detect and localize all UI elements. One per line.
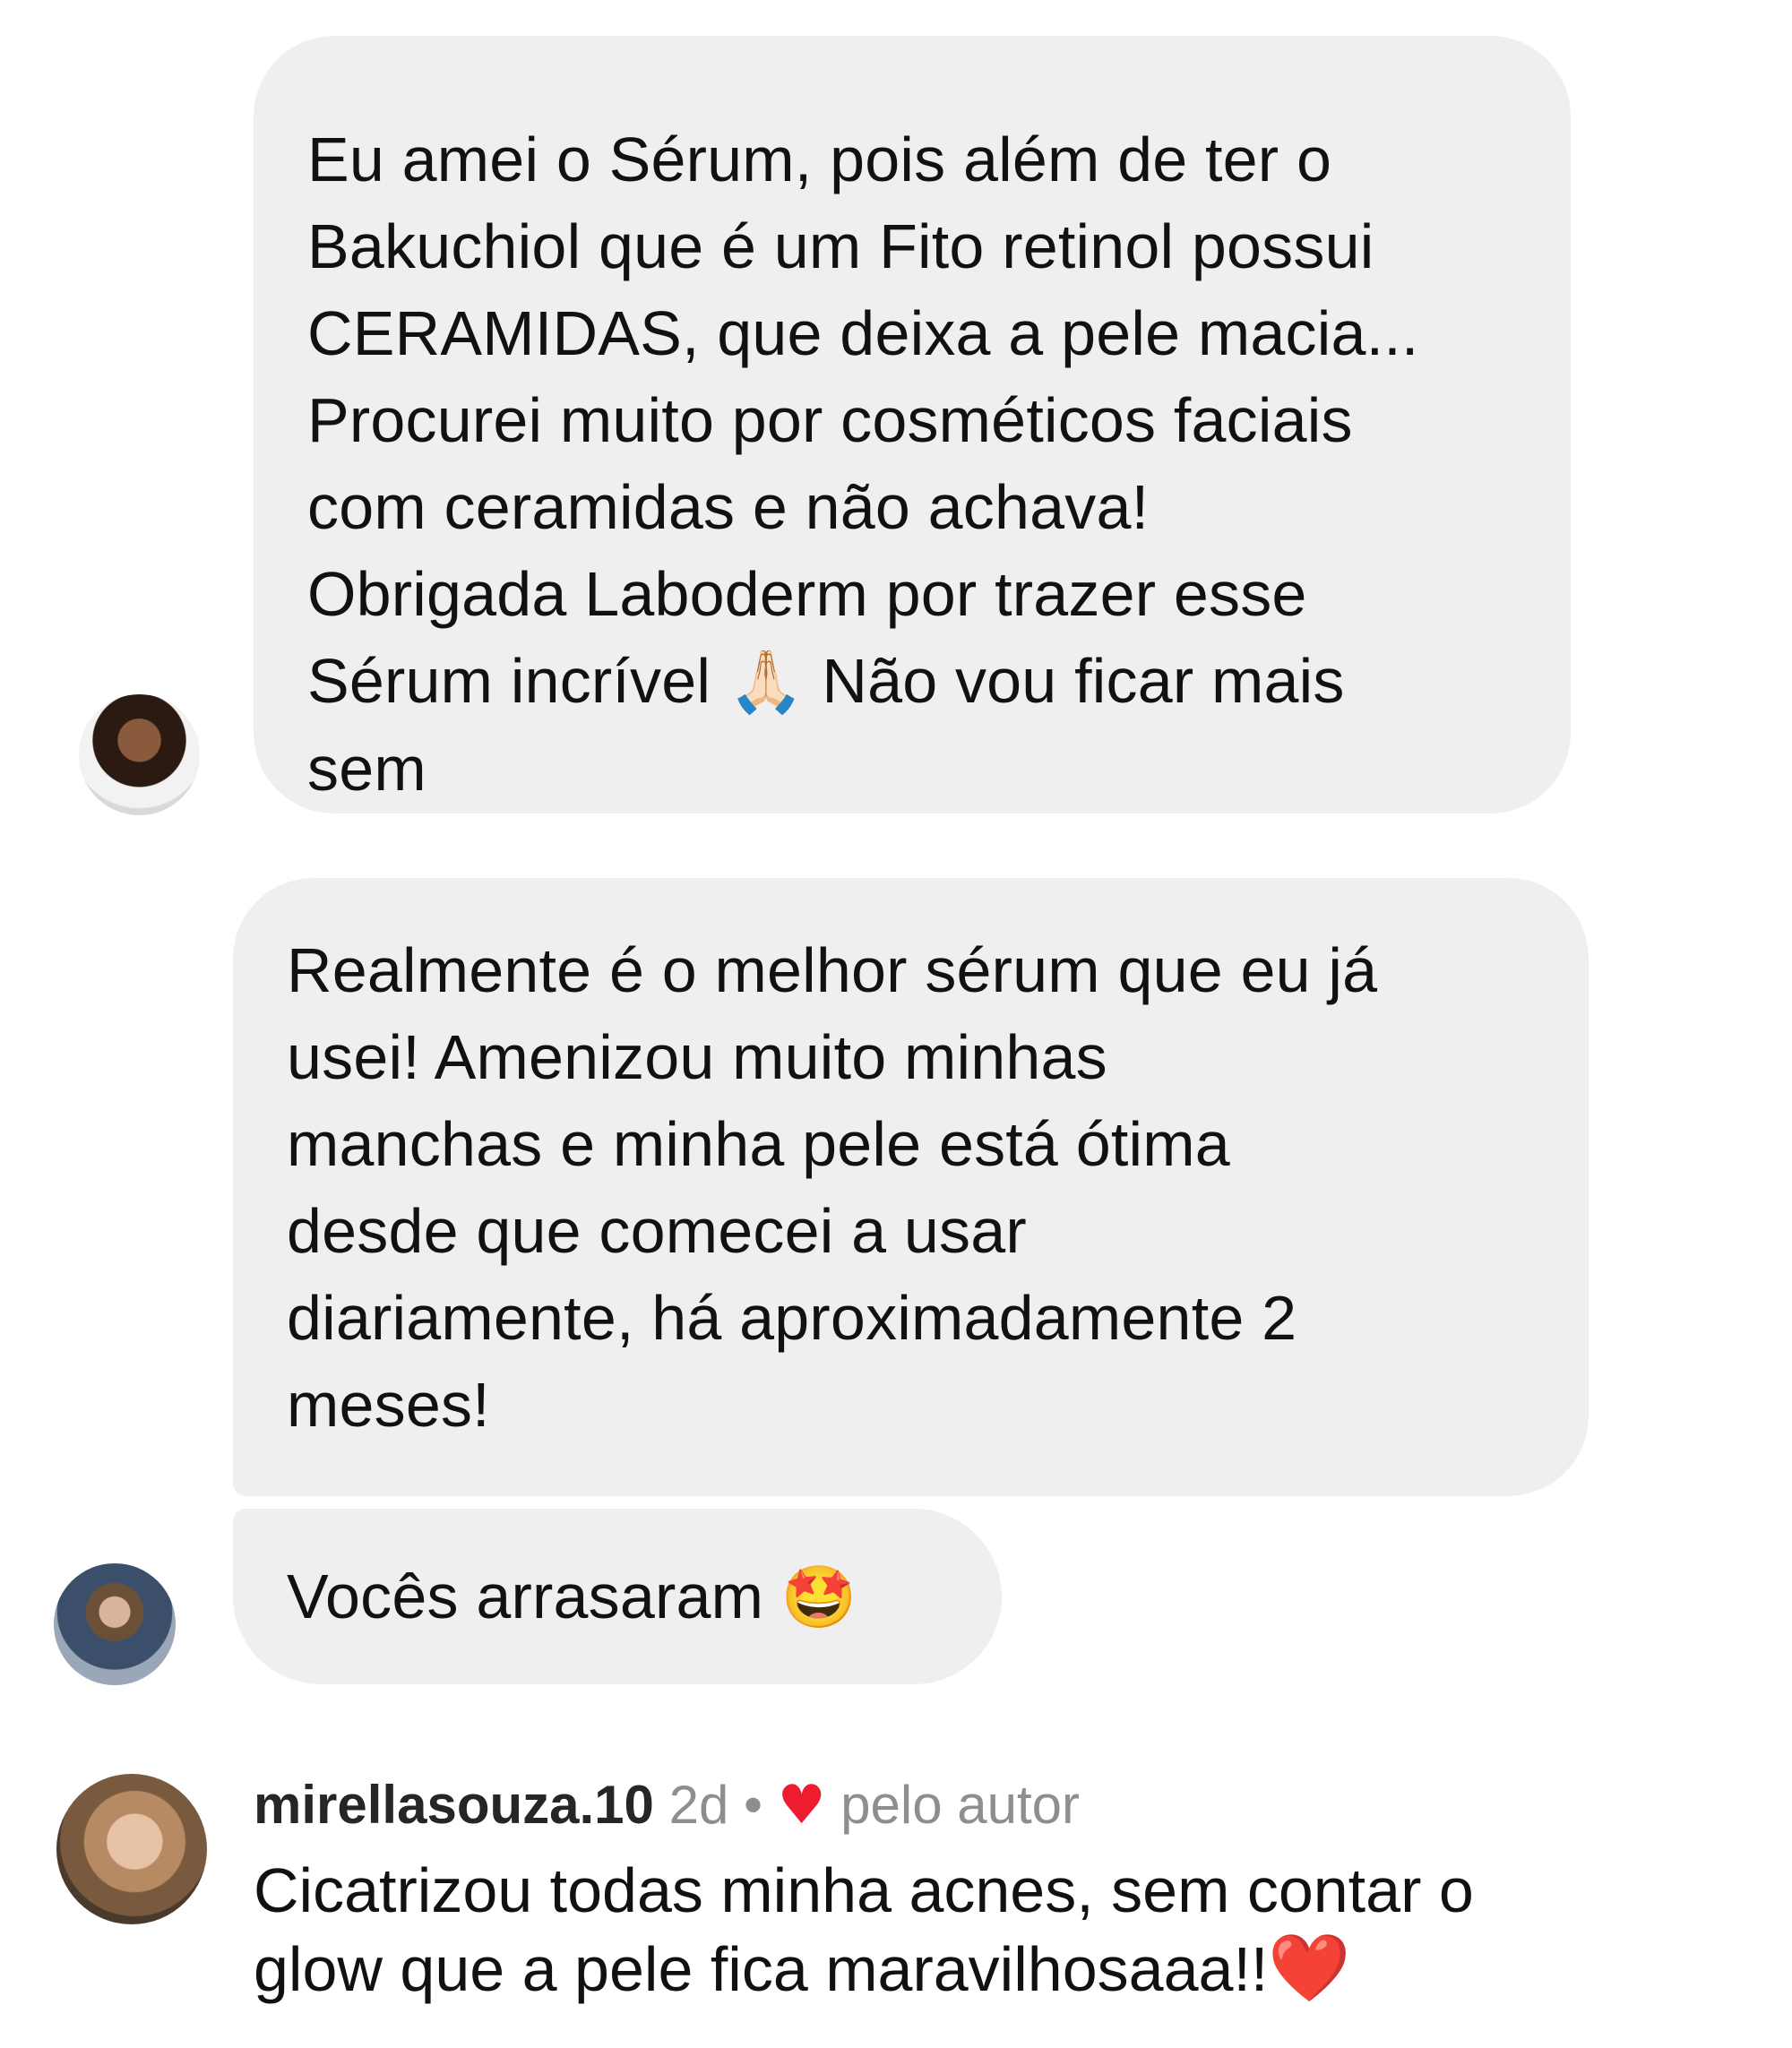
comment-time: 2d xyxy=(668,1775,729,1835)
avatar[interactable] xyxy=(79,694,200,815)
message-text: Eu amei o Sérum, pois além de ter o Baku… xyxy=(307,125,1419,804)
liked-by-author: pelo autor xyxy=(840,1775,1081,1835)
message-bubble: Vocês arrasaram 🤩 xyxy=(233,1509,1002,1684)
comment-text: Cicatrizou todas minha acnes, sem contar… xyxy=(254,1855,1474,2007)
heart-icon: ♥ xyxy=(777,1774,826,1837)
message-text: Realmente é o melhor sérum que eu já use… xyxy=(287,935,1378,1440)
comment-header: mirellasouza.10 2d • ♥ pelo autor xyxy=(254,1769,1080,1841)
message-text: Vocês arrasaram 🤩 xyxy=(287,1562,857,1633)
red-heart-emoji: ❤️ xyxy=(1268,1930,1351,2007)
separator-dot: • xyxy=(744,1775,763,1835)
username[interactable]: mirellasouza.10 xyxy=(254,1775,654,1835)
star-struck-emoji: 🤩 xyxy=(780,1562,857,1633)
folded-hands-emoji: 🙏🏻 xyxy=(728,647,805,718)
message-bubble: Eu amei o Sérum, pois além de ter o Baku… xyxy=(254,36,1571,813)
message-bubble: Realmente é o melhor sérum que eu já use… xyxy=(233,878,1589,1496)
avatar[interactable] xyxy=(54,1563,176,1685)
avatar[interactable] xyxy=(56,1774,207,1924)
